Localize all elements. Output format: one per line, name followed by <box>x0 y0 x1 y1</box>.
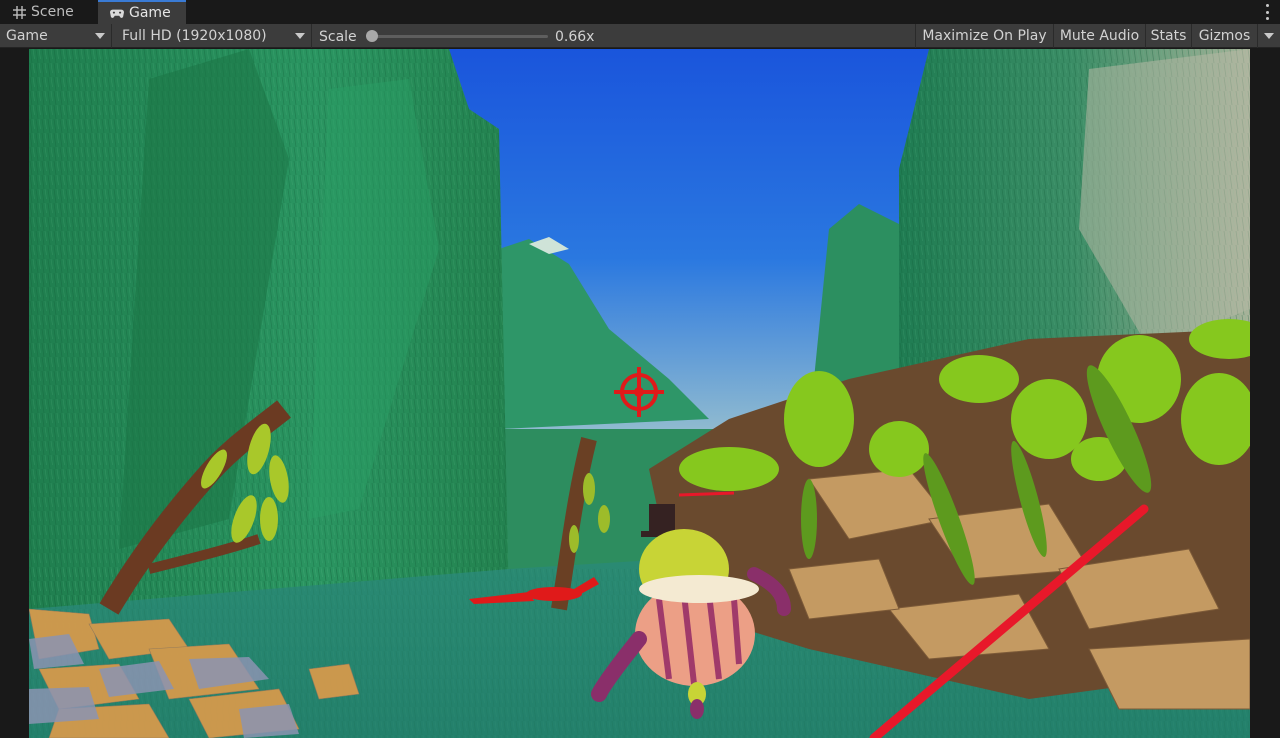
grid-icon <box>12 5 26 19</box>
display-dropdown[interactable]: Game <box>0 24 112 48</box>
maximize-on-play-button[interactable]: Maximize On Play <box>915 24 1053 48</box>
display-dropdown-value: Game <box>6 28 48 44</box>
tab-scene[interactable]: Scene <box>0 0 96 24</box>
chevron-down-icon <box>95 33 105 39</box>
chevron-down-icon <box>1264 33 1274 39</box>
game-scene <box>29 49 1250 738</box>
resolution-dropdown[interactable]: Full HD (1920x1080) <box>114 24 312 48</box>
scale-slider-track[interactable] <box>372 35 548 38</box>
tab-game-label: Game <box>129 5 171 21</box>
stats-button[interactable]: Stats <box>1145 24 1191 48</box>
mute-audio-button[interactable]: Mute Audio <box>1053 24 1145 48</box>
editor-tab-strip: Scene Game <box>0 0 1280 24</box>
gamepad-icon <box>110 6 124 20</box>
resolution-dropdown-value: Full HD (1920x1080) <box>122 28 267 44</box>
tab-game[interactable]: Game <box>98 0 186 24</box>
tab-scene-label: Scene <box>31 4 74 20</box>
scale-value: 0.66x <box>555 29 595 45</box>
game-viewport[interactable] <box>29 49 1250 738</box>
game-view-toolbar: Game Full HD (1920x1080) Scale 0.66x Max… <box>0 24 1280 48</box>
chevron-down-icon <box>295 33 305 39</box>
more-options-icon[interactable] <box>1264 4 1270 20</box>
scale-label: Scale <box>319 29 357 45</box>
scale-slider-handle[interactable] <box>366 30 378 42</box>
gizmos-dropdown-button[interactable] <box>1257 24 1280 48</box>
gizmos-button[interactable]: Gizmos <box>1191 24 1257 48</box>
